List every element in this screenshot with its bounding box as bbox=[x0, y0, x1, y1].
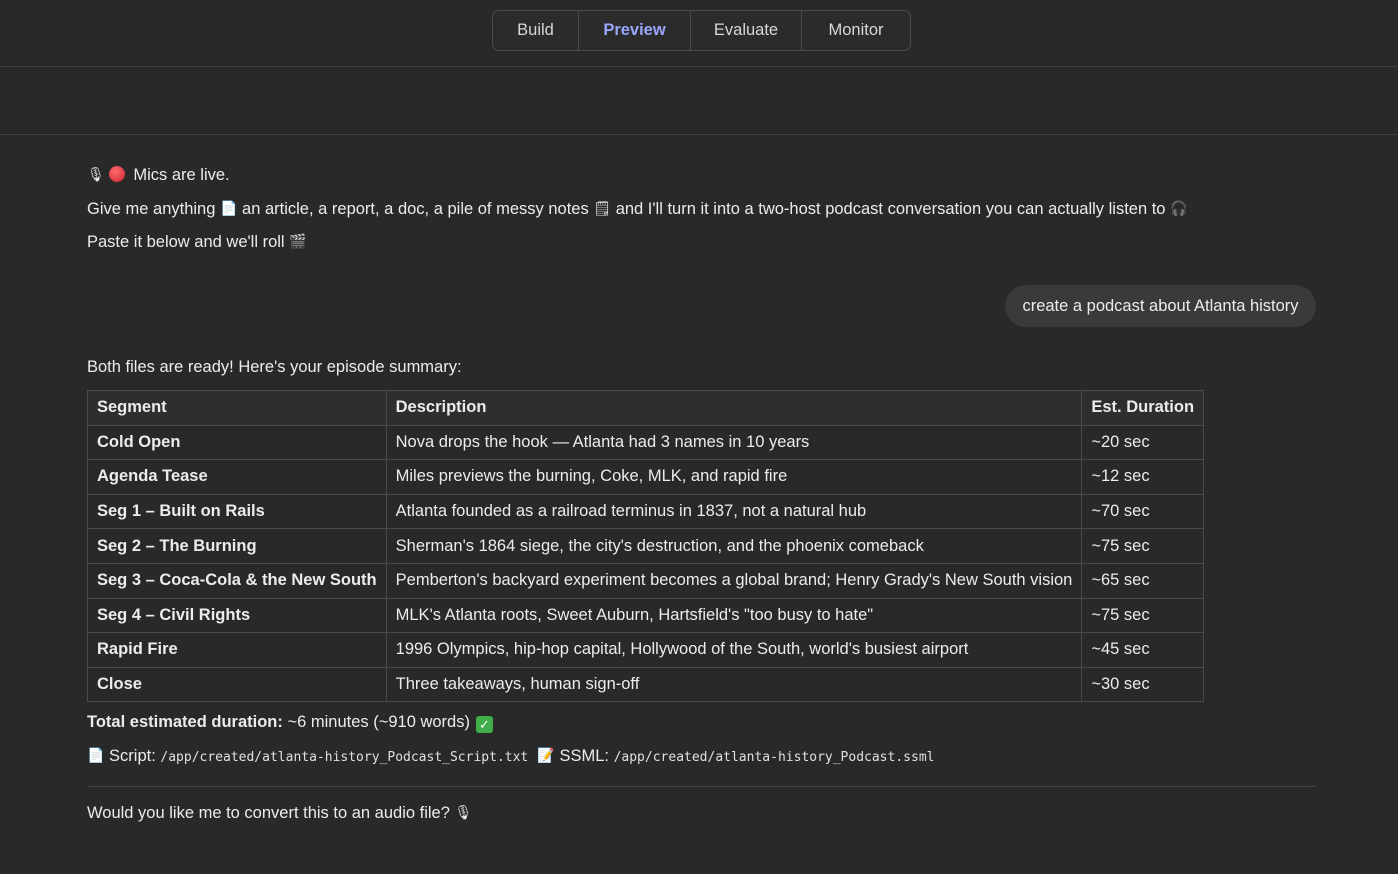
follow-up-question: Would you like me to convert this to an … bbox=[87, 804, 472, 823]
tab-evaluate[interactable]: Evaluate bbox=[691, 11, 802, 50]
file-paths-line: 📄 Script: /app/created/atlanta-history_P… bbox=[87, 747, 934, 766]
microphone-icon: 🎙 bbox=[87, 167, 105, 183]
response-intro: Both files are ready! Here's your episod… bbox=[87, 358, 462, 376]
description-cell: Three takeaways, human sign-off bbox=[385, 666, 1083, 703]
notepad-icon: 🗒 bbox=[593, 201, 612, 217]
document-icon: 📄 bbox=[220, 201, 238, 217]
description-cell: 1996 Olympics, hip-hop capital, Hollywoo… bbox=[385, 632, 1083, 668]
bot-intro-line-1: 🎙 Mics are live. bbox=[87, 166, 230, 185]
user-message-bubble: create a podcast about Atlanta history bbox=[1005, 285, 1316, 327]
segment-cell: Cold Open bbox=[87, 424, 387, 461]
microphone-icon: 🎙 bbox=[454, 805, 473, 821]
section-divider bbox=[87, 786, 1316, 787]
intro-text-1: Mics are live. bbox=[133, 166, 230, 184]
description-cell: Atlanta founded as a railroad terminus i… bbox=[385, 493, 1083, 530]
intro-text-3: Paste it below and we'll roll bbox=[87, 233, 285, 251]
segment-cell: Seg 4 – Civil Rights bbox=[87, 597, 387, 634]
segment-cell: Seg 3 – Coca-Cola & the New South bbox=[87, 562, 387, 599]
table-row: Seg 4 – Civil Rights MLK's Atlanta roots… bbox=[87, 597, 1205, 634]
intro-text-2c: and I'll turn it into a two-host podcast… bbox=[615, 200, 1166, 218]
check-mark-icon: ✓ bbox=[475, 716, 493, 733]
tab-preview[interactable]: Preview bbox=[579, 11, 691, 50]
header-segment: Segment bbox=[87, 390, 387, 426]
headphones-icon: 🎧 bbox=[1170, 201, 1188, 217]
segment-cell: Seg 1 – Built on Rails bbox=[87, 493, 387, 530]
tab-monitor[interactable]: Monitor bbox=[802, 11, 910, 50]
tab-build[interactable]: Build bbox=[493, 11, 579, 50]
top-bar: Build Preview Evaluate Monitor bbox=[0, 0, 1398, 67]
description-cell: Pemberton's backyard experiment becomes … bbox=[385, 562, 1083, 599]
view-tabs: Build Preview Evaluate Monitor bbox=[492, 10, 911, 51]
bot-intro-line-3: Paste it below and we'll roll 🎬 bbox=[87, 233, 307, 252]
duration-cell: ~70 sec bbox=[1081, 493, 1205, 530]
total-duration-label: Total estimated duration: bbox=[87, 713, 283, 731]
segment-cell: Close bbox=[87, 666, 387, 703]
duration-cell: ~45 sec bbox=[1081, 632, 1205, 668]
document-icon: 📄 bbox=[87, 748, 105, 764]
table-row: Rapid Fire 1996 Olympics, hip-hop capita… bbox=[87, 632, 1205, 668]
description-cell: Miles previews the burning, Coke, MLK, a… bbox=[385, 459, 1083, 495]
table-row: Agenda Tease Miles previews the burning,… bbox=[87, 459, 1205, 495]
clapper-board-icon: 🎬 bbox=[289, 234, 307, 250]
table-row: Seg 3 – Coca-Cola & the New South Pember… bbox=[87, 562, 1205, 599]
duration-cell: ~75 sec bbox=[1081, 597, 1205, 634]
table-row: Seg 2 – The Burning Sherman's 1864 siege… bbox=[87, 528, 1205, 564]
segment-cell: Agenda Tease bbox=[87, 459, 387, 495]
duration-cell: ~65 sec bbox=[1081, 562, 1205, 599]
intro-text-2a: Give me anything bbox=[87, 200, 216, 218]
ssml-path: /app/created/atlanta-history_Podcast.ssm… bbox=[613, 750, 935, 765]
episode-summary-table: Segment Description Est. Duration Cold O… bbox=[87, 390, 1205, 703]
intro-text-2b: an article, a report, a doc, a pile of m… bbox=[242, 200, 589, 218]
duration-cell: ~75 sec bbox=[1081, 528, 1205, 564]
header-duration: Est. Duration bbox=[1081, 390, 1205, 426]
table-row: Close Three takeaways, human sign-off ~3… bbox=[87, 666, 1205, 703]
total-duration-line: Total estimated duration: ~6 minutes (~9… bbox=[87, 713, 493, 733]
question-text: Would you like me to convert this to an … bbox=[87, 804, 450, 822]
total-duration-value: ~6 minutes (~910 words) bbox=[287, 713, 470, 731]
description-cell: MLK's Atlanta roots, Sweet Auburn, Harts… bbox=[385, 597, 1083, 634]
ssml-file-icon: 📝 bbox=[537, 748, 555, 764]
script-label: Script: bbox=[109, 747, 156, 765]
description-cell: Nova drops the hook — Atlanta had 3 name… bbox=[385, 424, 1083, 461]
table-row: Seg 1 – Built on Rails Atlanta founded a… bbox=[87, 493, 1205, 530]
red-circle-icon bbox=[108, 166, 125, 182]
duration-cell: ~30 sec bbox=[1081, 666, 1205, 703]
segment-cell: Seg 2 – The Burning bbox=[87, 528, 387, 564]
duration-cell: ~12 sec bbox=[1081, 459, 1205, 495]
duration-cell: ~20 sec bbox=[1081, 424, 1205, 461]
header-description: Description bbox=[385, 390, 1083, 426]
ssml-label: SSML: bbox=[559, 747, 609, 765]
table-row: Cold Open Nova drops the hook — Atlanta … bbox=[87, 424, 1205, 461]
preview-toolbar-band bbox=[0, 67, 1398, 135]
table-header-row: Segment Description Est. Duration bbox=[87, 390, 1205, 426]
description-cell: Sherman's 1864 siege, the city's destruc… bbox=[385, 528, 1083, 564]
segment-cell: Rapid Fire bbox=[87, 632, 387, 668]
bot-intro-line-2: Give me anything 📄 an article, a report,… bbox=[87, 200, 1188, 219]
script-path: /app/created/atlanta-history_Podcast_Scr… bbox=[160, 750, 529, 765]
